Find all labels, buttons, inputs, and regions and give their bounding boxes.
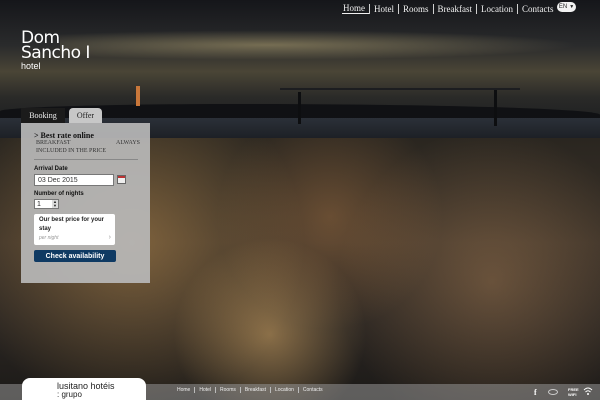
stepper-arrows-icon[interactable]: ▲ ▼: [52, 200, 58, 208]
arrival-date-input[interactable]: 03 Dec 2015: [34, 174, 114, 186]
offer-title: > Best rate online: [34, 131, 94, 140]
booking-panel: > Best rate online BREAKFAST ALWAYS INCL…: [21, 123, 150, 283]
bridge-deck: [280, 88, 520, 90]
tripadvisor-icon[interactable]: [548, 389, 558, 395]
bridge-tower-left: [298, 92, 301, 124]
offer-line1: BREAKFAST ALWAYS: [36, 140, 140, 146]
footer-link-contacts[interactable]: Contacts: [297, 387, 327, 393]
arrival-label: Arrival Date: [34, 166, 68, 172]
nav-rooms[interactable]: Rooms: [398, 3, 433, 14]
footer-link-home[interactable]: Home: [173, 387, 194, 393]
price-note: per night: [39, 235, 59, 241]
tab-offer[interactable]: Offer: [69, 108, 102, 123]
nav-breakfast[interactable]: Breakfast: [432, 3, 476, 14]
footer-link-rooms[interactable]: Rooms: [215, 387, 240, 393]
check-availability-button[interactable]: Check availability: [34, 250, 116, 262]
nav-hotel[interactable]: Hotel: [369, 3, 398, 14]
footer-link-location[interactable]: Location: [270, 387, 298, 393]
nav-home[interactable]: Home: [342, 3, 369, 14]
nav-location[interactable]: Location: [476, 3, 517, 14]
logo-line2: Sancho I: [21, 43, 90, 63]
booking-tabs: Booking Offer: [21, 108, 102, 123]
best-price-box[interactable]: Our best price for your stay per night ›: [34, 214, 115, 245]
divider: [34, 159, 138, 160]
offer-line1-left: BREAKFAST: [36, 140, 71, 146]
footer-link-breakfast[interactable]: Breakfast: [239, 387, 270, 393]
language-label: EN: [558, 4, 568, 10]
hotel-logo[interactable]: Dom Sancho I hotel: [21, 30, 90, 72]
nights-value: 1: [37, 200, 41, 208]
cloud-band: [60, 30, 580, 60]
offer-line1-right: ALWAYS: [115, 140, 140, 146]
nights-label: Number of nights: [34, 191, 84, 197]
footer-nav: Home Hotel Rooms Breakfast Location Cont…: [173, 387, 327, 393]
tab-booking[interactable]: Booking: [21, 108, 65, 123]
nav-contacts[interactable]: Contacts: [517, 3, 558, 14]
wifi-icon: [583, 387, 593, 395]
free-wifi-label: FREE WIFI: [568, 387, 579, 397]
facebook-icon[interactable]: f: [534, 388, 537, 397]
brand-line2: : grupo: [57, 390, 82, 399]
nights-select[interactable]: 1 ▲ ▼: [34, 199, 59, 209]
footer-link-hotel[interactable]: Hotel: [194, 387, 215, 393]
group-logo[interactable]: lusitano hotéis : grupo: [22, 378, 146, 400]
chevron-down-icon: ▼: [569, 4, 575, 10]
calendar-icon[interactable]: [117, 175, 126, 184]
top-nav: Home Hotel Rooms Breakfast Location Cont…: [342, 3, 558, 14]
bridge-tower-right: [494, 90, 497, 126]
language-selector[interactable]: EN ▼: [557, 2, 576, 12]
offer-line2-text: INCLUDED IN THE PRICE: [36, 148, 107, 154]
offer-line2: INCLUDED IN THE PRICE: [36, 148, 140, 154]
wifi-line2: WIFI: [568, 392, 577, 397]
chevron-right-icon: ›: [108, 234, 111, 241]
price-title: Our best price for your stay: [39, 217, 105, 232]
monument: [136, 86, 140, 106]
